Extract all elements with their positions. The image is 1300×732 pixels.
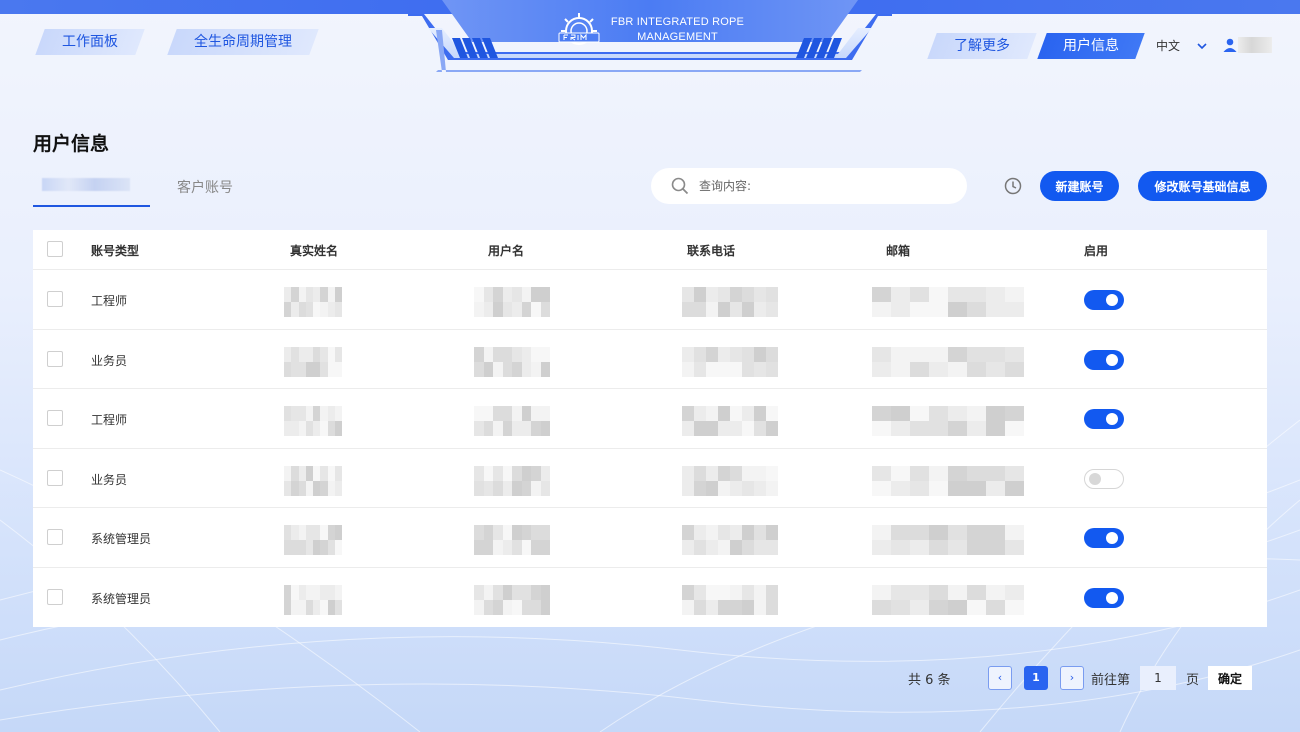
- pagination-goto-input[interactable]: [1140, 666, 1176, 690]
- phone-redacted: [682, 406, 778, 436]
- search-icon: [671, 177, 689, 195]
- page-title: 用户信息: [33, 133, 110, 155]
- pagination-total: 共 6 条: [908, 673, 951, 688]
- edit-account-info-button[interactable]: 修改账号基础信息: [1138, 171, 1267, 201]
- logo-line-1: FBR INTEGRATED ROPE: [610, 16, 745, 28]
- account-type-cell: 系统管理员: [91, 532, 152, 546]
- column-header-enabled: 启用: [1084, 244, 1109, 258]
- account-type-cell: 系统管理员: [91, 591, 152, 606]
- pagination-goto-prefix: 前往第: [1091, 673, 1131, 688]
- enabled-toggle[interactable]: [1084, 587, 1124, 608]
- nav-tab-workbench[interactable]: 工作面板: [35, 29, 145, 55]
- column-header-phone: 联系电话: [687, 244, 736, 258]
- real-name-redacted: [284, 525, 342, 555]
- pagination-next-button[interactable]: ›: [1060, 666, 1084, 690]
- search-box[interactable]: [651, 168, 967, 204]
- column-header-username: 用户名: [488, 244, 525, 258]
- username-redacted: [474, 465, 550, 496]
- account-type-cell: 业务员: [91, 353, 128, 368]
- nav-tab-lifecycle[interactable]: 全生命周期管理: [167, 29, 319, 55]
- username-redacted: [474, 525, 550, 555]
- firm-logo-icon: [558, 13, 600, 45]
- chevron-down-icon: [1197, 42, 1207, 49]
- row-checkbox[interactable]: [47, 291, 63, 307]
- email-redacted: [872, 287, 1024, 317]
- user-icon[interactable]: [1222, 37, 1238, 53]
- user-table: 账号类型 真实姓名 用户名 联系电话 邮箱 启用 工程师 业务员 工程师 业务员 系统管…: [33, 230, 1267, 627]
- email-redacted: [872, 346, 1024, 377]
- enabled-toggle[interactable]: [1084, 409, 1124, 429]
- phone-redacted: [682, 525, 778, 555]
- tab-customer-accounts-label: 客户账号: [177, 180, 233, 196]
- tab-internal-accounts[interactable]: [33, 177, 150, 207]
- enabled-toggle[interactable]: [1084, 468, 1124, 489]
- table-row: 业务员: [33, 330, 1267, 389]
- table-row: 工程师: [33, 270, 1267, 330]
- row-checkbox[interactable]: [47, 529, 63, 545]
- nav-tab-user-info[interactable]: 用户信息: [1037, 33, 1145, 59]
- nav-tab-lifecycle-label: 全生命周期管理: [194, 34, 292, 50]
- table-row: 业务员: [33, 449, 1267, 508]
- app-logo-text: FBR INTEGRATED ROPE MANAGEMENT: [610, 15, 745, 45]
- row-checkbox[interactable]: [47, 588, 63, 605]
- row-checkbox[interactable]: [47, 410, 63, 426]
- search-input[interactable]: [699, 179, 939, 193]
- phone-redacted: [682, 465, 778, 496]
- pagination-confirm-button[interactable]: 确定: [1208, 666, 1252, 690]
- user-name-redacted[interactable]: [1238, 37, 1272, 53]
- row-checkbox[interactable]: [47, 469, 63, 486]
- enabled-toggle[interactable]: [1084, 349, 1124, 370]
- phone-redacted: [682, 346, 778, 377]
- top-header: 工作面板 全生命周期管理 FBR INTEGRATED ROPE MANAGEM…: [0, 0, 1300, 80]
- table-row: 系统管理员: [33, 508, 1267, 568]
- real-name-redacted: [284, 584, 342, 615]
- column-header-real-name: 真实姓名: [290, 244, 339, 258]
- table-row: 系统管理员: [33, 568, 1267, 628]
- tab-internal-accounts-label-redacted: [42, 178, 130, 191]
- enabled-toggle[interactable]: [1084, 528, 1124, 548]
- nav-tab-user-info-label: 用户信息: [1063, 38, 1119, 54]
- table-header-row: 账号类型 真实姓名 用户名 联系电话 邮箱 启用: [33, 230, 1267, 270]
- nav-tab-learn-more[interactable]: 了解更多: [927, 33, 1037, 59]
- email-redacted: [872, 465, 1024, 496]
- pagination-prev-button[interactable]: ‹: [988, 666, 1012, 690]
- account-type-cell: 业务员: [91, 472, 128, 487]
- pagination-goto-suffix: 页: [1186, 673, 1200, 688]
- nav-tab-workbench-label: 工作面板: [62, 34, 118, 50]
- row-checkbox[interactable]: [47, 350, 63, 367]
- phone-redacted: [682, 287, 778, 317]
- nav-tab-learn-more-label: 了解更多: [954, 38, 1010, 54]
- real-name-redacted: [284, 287, 342, 317]
- tab-customer-accounts[interactable]: 客户账号: [177, 177, 233, 207]
- column-header-account-type: 账号类型: [91, 244, 140, 258]
- account-type-cell: 工程师: [91, 294, 128, 308]
- email-redacted: [872, 584, 1024, 615]
- real-name-redacted: [284, 406, 342, 436]
- real-name-redacted: [284, 465, 342, 496]
- language-selector[interactable]: 中文: [1156, 37, 1208, 54]
- email-redacted: [872, 525, 1024, 555]
- select-all-checkbox[interactable]: [47, 241, 63, 257]
- logo-line-2: MANAGEMENT: [637, 31, 718, 43]
- email-redacted: [872, 406, 1024, 436]
- language-label: 中文: [1156, 39, 1181, 53]
- history-icon[interactable]: [1004, 177, 1022, 195]
- real-name-redacted: [284, 346, 342, 377]
- username-redacted: [474, 346, 550, 377]
- pagination-page-1[interactable]: 1: [1024, 666, 1048, 690]
- column-header-email: 邮箱: [886, 244, 911, 258]
- username-redacted: [474, 287, 550, 317]
- enabled-toggle[interactable]: [1084, 290, 1124, 310]
- new-account-button[interactable]: 新建账号: [1040, 171, 1119, 201]
- account-type-cell: 工程师: [91, 413, 128, 427]
- table-row: 工程师: [33, 389, 1267, 449]
- username-redacted: [474, 406, 550, 436]
- username-redacted: [474, 584, 550, 615]
- phone-redacted: [682, 584, 778, 615]
